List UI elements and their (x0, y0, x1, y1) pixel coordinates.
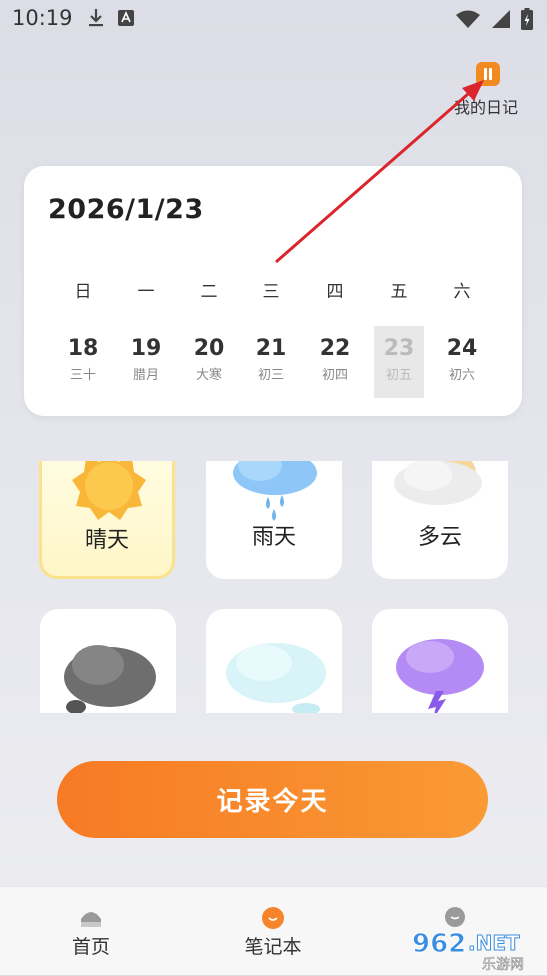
day-cell-23-selected[interactable]: 23 初五 (374, 326, 424, 398)
rain-cloud-icon (233, 461, 317, 521)
record-today-label: 记录今天 (216, 786, 329, 816)
weather-card-thunder[interactable] (372, 609, 508, 713)
day-lunar: 三十 (69, 368, 96, 383)
weather-label: 雨天 (251, 525, 296, 550)
day-lunar: 大寒 (195, 368, 222, 383)
nav-label: 首页 (71, 936, 110, 958)
day-cell-24[interactable]: 24 初六 (437, 326, 487, 398)
weather-card-cloudy[interactable]: 多云 (372, 461, 508, 579)
day-number: 19 (130, 336, 162, 361)
day-lunar: 初五 (385, 368, 412, 383)
watermark-icon: 962 .NET 乐游网 (412, 929, 525, 974)
calendar-card: 2026/1/23 日 一 二 三 四 五 六 18 三十 19 腊月 20 大… (24, 166, 522, 416)
day-lunar: 初六 (448, 368, 475, 383)
svg-text:乐游网: 乐游网 (482, 957, 524, 972)
cellular-signal-icon (492, 10, 510, 28)
day-cell-19[interactable]: 19 腊月 (121, 326, 171, 398)
my-diary-button[interactable]: 我的日记 (444, 60, 534, 120)
weather-grid: 晴天 雨天 多云 (0, 461, 547, 713)
day-cell-21[interactable]: 21 初三 (246, 326, 296, 398)
weekday-tue: 二 (200, 282, 218, 302)
svg-text:.NET: .NET (468, 931, 520, 955)
weather-card-foggy[interactable] (206, 609, 342, 713)
thunder-cloud-icon (396, 639, 484, 713)
dark-cloud-icon (64, 645, 156, 713)
battery-icon (521, 8, 533, 30)
day-cell-18[interactable]: 18 三十 (58, 326, 108, 398)
day-lunar: 腊月 (132, 368, 159, 383)
day-number: 23 (383, 336, 415, 361)
weekday-sat: 六 (453, 282, 471, 302)
diary-pause-icon (476, 62, 500, 86)
day-number: 18 (67, 336, 99, 361)
weather-label: 晴天 (84, 528, 129, 553)
status-icons-left (88, 8, 134, 28)
weekday-fri: 五 (390, 282, 408, 302)
mist-cloud-icon (226, 643, 326, 713)
watermark-logo: 962 .NET 乐游网 (408, 922, 544, 974)
nav-item-home[interactable]: 首页 (41, 887, 141, 975)
calendar-date-title: 2026/1/23 (48, 194, 204, 225)
day-lunar: 初三 (257, 368, 284, 383)
weekday-sun: 日 (74, 282, 92, 302)
weather-card-overcast[interactable] (40, 609, 176, 713)
status-icons-right (455, 8, 533, 30)
day-number: 22 (319, 336, 351, 361)
weather-card-sunny[interactable]: 晴天 (39, 461, 175, 579)
weather-card-rainy[interactable]: 雨天 (206, 461, 342, 579)
nav-label: 笔记本 (244, 936, 302, 958)
my-diary-label: 我的日记 (454, 98, 519, 117)
download-icon (89, 9, 103, 27)
day-number: 20 (193, 336, 225, 361)
nav-item-notebook[interactable]: 笔记本 (223, 887, 323, 975)
wifi-icon (456, 10, 480, 28)
weekday-mon: 一 (137, 282, 155, 302)
day-lunar: 初四 (321, 368, 348, 383)
status-bar: 10:19 (0, 0, 547, 38)
day-cell-22[interactable]: 22 初四 (310, 326, 360, 398)
record-today-button[interactable]: 记录今天 (57, 761, 488, 838)
day-cell-20[interactable]: 20 大寒 (184, 326, 234, 398)
day-number: 24 (446, 336, 478, 361)
day-number: 21 (255, 336, 287, 361)
home-icon (81, 912, 101, 927)
svg-text:962: 962 (412, 929, 466, 959)
weather-label: 多云 (417, 525, 462, 550)
weekday-wed: 三 (262, 282, 280, 302)
weekday-thu: 四 (326, 282, 344, 302)
status-time: 10:19 (12, 6, 73, 30)
notebook-icon (262, 907, 284, 929)
cloudy-icon (394, 461, 482, 505)
sun-icon (72, 461, 146, 520)
keyboard-a-icon (118, 10, 134, 26)
